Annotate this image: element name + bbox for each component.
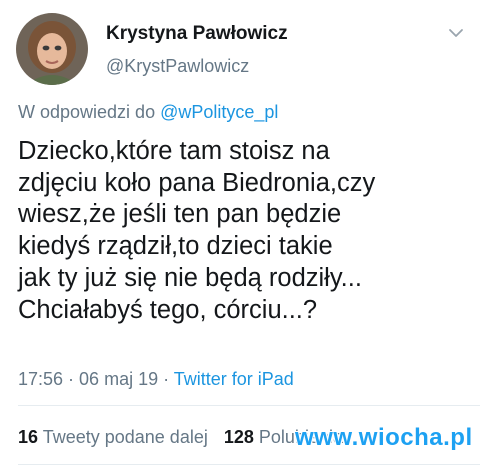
divider	[18, 464, 480, 465]
meta-separator: ·	[158, 369, 174, 389]
reply-mention-link[interactable]: @wPolityce_pl	[160, 102, 278, 122]
tweet-text-line: Chciałabyś tego, córciu...?	[18, 295, 318, 324]
tweet-meta: 17:56 · 06 maj 19 · Twitter for iPad	[18, 369, 294, 390]
tweet-text-line: zdjęciu koło pana Biedronia,czy	[18, 168, 376, 197]
chevron-down-icon[interactable]	[447, 26, 465, 40]
tweet-text-line: kiedyś rządził,to dzieci takie	[18, 232, 333, 261]
reply-context: W odpowiedzi do @wPolityce_pl	[18, 102, 278, 123]
tweet-time[interactable]: 17:56	[18, 369, 63, 389]
meta-separator: ·	[63, 369, 80, 389]
likes-count: 128	[223, 427, 254, 447]
tweet-card: Krystyna Pawłowicz @KrystPawlowicz W odp…	[0, 0, 480, 470]
tweet-text-line: wiesz,że jeśli ten pan będzie	[18, 200, 342, 229]
tweet-text-line: Dziecko,które tam stoisz na	[18, 137, 330, 165]
tweet-source-link[interactable]: Twitter for iPad	[174, 369, 294, 389]
retweets-label: Tweety podane dalej	[42, 427, 208, 447]
author-name[interactable]: Krystyna Pawłowicz	[106, 23, 288, 45]
profile-photo	[16, 13, 88, 85]
tweet-date[interactable]: 06 maj 19	[79, 369, 158, 389]
divider	[18, 405, 480, 406]
author-handle[interactable]: @KrystPawlowicz	[106, 56, 249, 77]
watermark: www.wiocha.pl	[295, 424, 473, 451]
tweet-text: Dziecko,które tam stoisz na zdjęciu koło…	[18, 136, 468, 326]
retweets-stat[interactable]: 16 Tweety podane dalej	[18, 427, 208, 448]
reply-prefix: W odpowiedzi do	[18, 102, 161, 122]
retweets-count: 16	[18, 427, 39, 447]
tweet-text-line: jak ty już się nie będą rodziły...	[18, 263, 362, 292]
avatar[interactable]	[16, 13, 88, 85]
